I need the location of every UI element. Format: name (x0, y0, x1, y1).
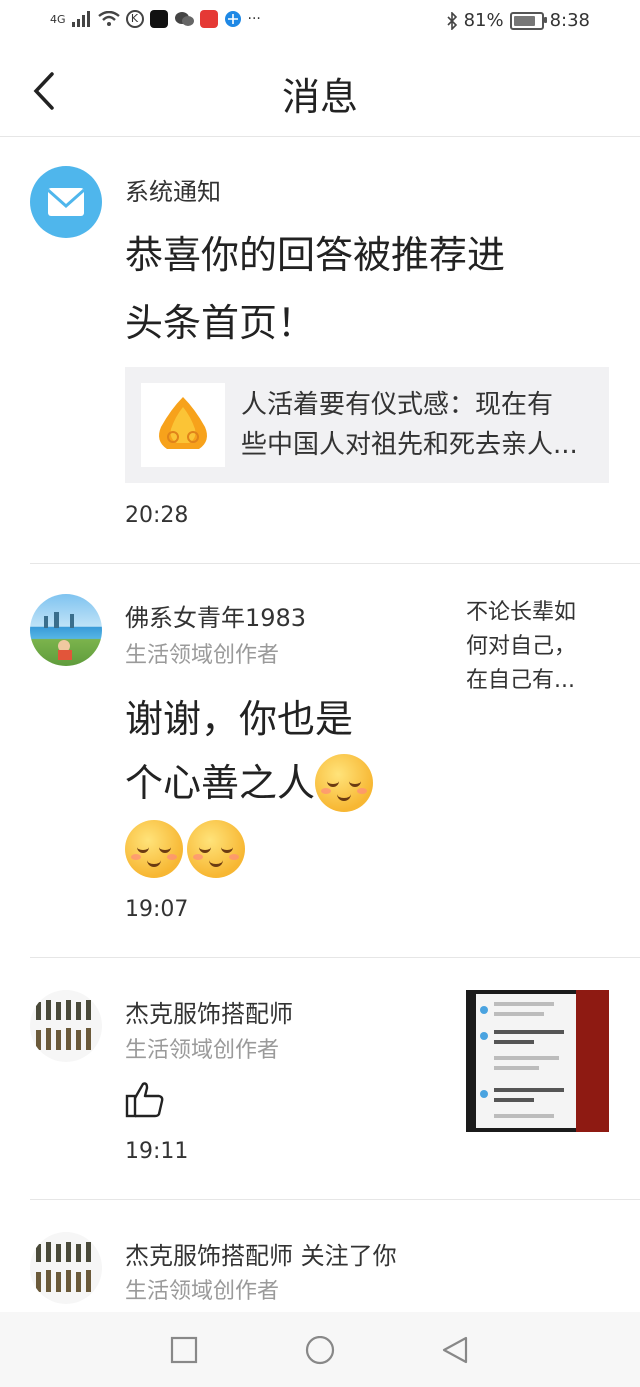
avatar-people-icon (36, 1000, 91, 1050)
preview-line: 何对自己， (466, 634, 577, 659)
envelope-icon (47, 188, 85, 216)
message-time: 20:28 (125, 503, 189, 528)
recent-apps-button[interactable] (170, 1336, 198, 1368)
user-avatar[interactable] (30, 1232, 102, 1304)
message-text-row: 个心善之人 (125, 750, 374, 816)
divider (30, 1199, 640, 1200)
wechat-icon (174, 12, 194, 26)
wifi-icon (97, 11, 120, 26)
message-time: 19:11 (125, 1139, 189, 1164)
user-avatar[interactable] (30, 990, 102, 1062)
system-navigation-bar (0, 1312, 640, 1387)
cellular-bars-icon (71, 11, 90, 27)
screenshot-phone (476, 994, 576, 1128)
battery-fill (513, 15, 535, 26)
back-nav-button[interactable] (440, 1336, 470, 1370)
system-notification-avatar (30, 166, 102, 238)
emoji-row (125, 820, 245, 878)
status-bar: 4G K ··· 81% 8:38 (0, 0, 640, 48)
more-notifications-icon: ··· (247, 11, 261, 27)
original-comment-preview[interactable]: 不论长辈如 何对自己， 在自己有... (466, 596, 606, 698)
message-text-line: 谢谢，你也是 (125, 697, 354, 741)
message-text-line: 头条首页！ (125, 301, 316, 345)
user-avatar[interactable] (30, 594, 102, 666)
battery-percent: 81% (463, 10, 504, 31)
k-app-icon: K (125, 10, 144, 28)
home-button[interactable] (304, 1335, 336, 1372)
article-title-line: 人活着要有仪式感：现在有 (241, 390, 554, 420)
book-app-icon (199, 10, 218, 28)
shy-smile-emoji-icon (125, 820, 183, 878)
square-icon (170, 1336, 198, 1364)
clock-time: 8:38 (549, 10, 590, 31)
page-title: 消息 (281, 75, 358, 119)
message-time: 19:07 (125, 897, 189, 922)
screenshot-background (576, 990, 609, 1132)
browser-icon (224, 11, 241, 27)
sender-role: 生活领域创作者 (125, 1279, 280, 1304)
sender-name[interactable]: 佛系女青年1983 (125, 598, 306, 633)
triangle-back-icon (442, 1336, 468, 1364)
divider (30, 563, 640, 564)
message-text-line: 个心善之人 (125, 761, 316, 805)
shy-smile-emoji-icon (315, 754, 374, 812)
avatar-people-icon (36, 1242, 91, 1292)
avatar-scene-icon (44, 612, 74, 660)
sender-role: 生活领域创作者 (125, 1038, 280, 1063)
bluetooth-icon (446, 11, 457, 30)
sender-name[interactable]: 杰克服饰搭配师 (125, 994, 293, 1029)
status-right: 81% 8:38 (446, 10, 590, 31)
tiktok-icon (149, 10, 168, 28)
circle-icon (305, 1335, 335, 1365)
article-title: 人活着要有仪式感：现在有 些中国人对祖先和死去亲人... (241, 385, 601, 465)
preview-line: 不论长辈如 (466, 600, 577, 625)
status-left: 4G K ··· (50, 10, 261, 28)
battery-icon (509, 11, 547, 30)
thumbs-up-icon (125, 1082, 164, 1118)
message-text-line: 恭喜你的回答被推荐进 (125, 233, 506, 277)
app-header: 消息 (0, 48, 640, 137)
article-title-line: 些中国人对祖先和死去亲人... (241, 430, 578, 460)
article-thumbnail (141, 383, 225, 467)
preview-line: 在自己有... (466, 668, 575, 693)
sender-name: 系统通知 (125, 178, 221, 206)
divider (30, 957, 640, 958)
signal-icon: 4G (50, 12, 66, 26)
toutiao-fire-logo-icon (159, 397, 207, 449)
content-screenshot-thumbnail[interactable] (466, 990, 609, 1132)
sender-name[interactable]: 杰克服饰搭配师 关注了你 (125, 1236, 397, 1271)
shy-smile-emoji-icon (187, 820, 245, 878)
linked-article-card[interactable]: 人活着要有仪式感：现在有 些中国人对祖先和死去亲人... (125, 367, 609, 483)
sender-role: 生活领域创作者 (125, 643, 280, 668)
